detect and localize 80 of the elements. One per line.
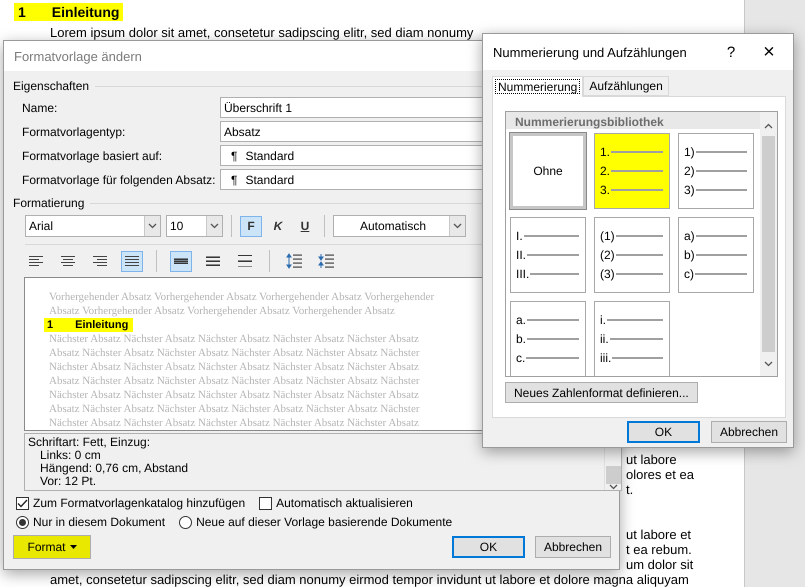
preview-text: Nächster Absatz Nächster Absatz Nächster Absatz Nächster Absatz Nächster Absatz	[49, 360, 419, 374]
align-icon	[125, 256, 139, 266]
define-format-button[interactable]: Neues Zahlenformat definieren...	[505, 382, 698, 403]
description-text: Links: 0 cm	[39, 449, 102, 462]
description-text: Vor: 12 Pt.	[39, 475, 98, 488]
body-text: Lorem ipsum dolor sit amet, consetetur sadipscing elitr, sed diam nonumy	[50, 25, 474, 40]
field-label: Name:	[22, 100, 58, 114]
line-spacing-button[interactable]	[170, 250, 192, 272]
field-label: Formatvorlage für folgenden Absatz:	[22, 172, 216, 186]
tab[interactable]: Nummerierung	[492, 76, 584, 97]
radio-button[interactable]: Nur in diesem Dokument	[16, 515, 166, 529]
preview-heading: 1 Einleitung	[44, 318, 134, 332]
font-dropdown[interactable]: Arial	[25, 215, 161, 237]
align-icon	[61, 256, 75, 266]
body-text: t ea rebum.	[626, 542, 692, 557]
numbering-option[interactable]: I. II. III.	[510, 217, 586, 293]
body-text: ut labore	[626, 452, 677, 467]
font-style-button[interactable]: U	[294, 216, 316, 236]
preview-text: Nächster Absatz Nächster Absatz Nächster Absatz Nächster Absatz Nächster Absatz	[49, 388, 419, 402]
font-style-button[interactable]: K	[267, 216, 289, 236]
chevron-icon	[764, 123, 773, 129]
document-heading: 1 Einleitung	[14, 3, 124, 21]
chevron-icon	[453, 223, 462, 229]
dialog-button[interactable]: Abbrechen	[710, 421, 787, 443]
color-dropdown[interactable]: Automatisch	[333, 215, 466, 237]
line-spacing-icon	[206, 255, 220, 267]
preview-text: Absatz Nächster Absatz Nächster Absatz Nächster Absatz Nächster Absatz Nächster	[49, 402, 420, 416]
align-icon	[93, 256, 107, 266]
help-button[interactable]: ?	[717, 44, 745, 60]
body-text: ut labore et	[626, 527, 692, 542]
body-text: amet, consetetur sadipscing elitr, sed diam nonumy eirmod tempor invidunt ut labore et dolore magna aliquyam	[50, 572, 689, 587]
body-text: um dolor sit	[626, 557, 694, 572]
preview-text: Absatz Nächster Absatz Nächster Absatz Nächster Absatz Nächster Absatz Nächster	[49, 374, 420, 388]
preview-text: Nächster Absatz Nächster Absatz Nächster Absatz Nächster Absatz Nächster Absatz	[49, 416, 419, 430]
numbering-option[interactable]: i. ii. iii.	[594, 301, 670, 376]
font-style-button[interactable]: F	[240, 216, 262, 236]
numbering-option[interactable]: a) b) c)	[678, 217, 754, 293]
check-icon	[17, 498, 28, 508]
chevron-icon	[608, 484, 618, 490]
chevron-icon	[148, 223, 157, 229]
preview-text: Vorhergehender Absatz Vorhergehender Absatz Vorhergehender Absatz Vorhergehender	[49, 290, 434, 304]
preview-text: Absatz Vorhergehender Absatz Vorhergehender Absatz Vorhergehender Absatz	[49, 304, 395, 318]
size-dropdown[interactable]: 10	[166, 215, 223, 237]
numbering-option[interactable]: 1) 2) 3)	[678, 133, 754, 209]
numbering-option[interactable]: a. b. c.	[510, 301, 586, 376]
radio-button[interactable]: Neue auf dieser Vorlage basierende Dokumente	[179, 515, 452, 529]
dialog-button[interactable]: OK	[452, 536, 525, 558]
caret-icon	[70, 545, 76, 549]
group-label: Eigenschaften	[13, 79, 90, 93]
field-label: Formatvorlage basiert auf:	[22, 148, 164, 162]
paragraph-spacing-button[interactable]	[283, 250, 305, 272]
group-label: Formatierung	[13, 196, 84, 210]
numbering-option[interactable]: (1) (2) (3)	[594, 217, 670, 293]
paragraph-spacing-icon	[286, 253, 302, 269]
alignment-button[interactable]	[121, 250, 143, 272]
checkbox[interactable]: Automatisch aktualisieren	[259, 496, 413, 510]
body-text: t.	[626, 482, 634, 497]
description-text: Hängend: 0,76 cm, Abstand	[39, 462, 190, 475]
dialog-button[interactable]: OK	[626, 421, 700, 443]
numbering-option[interactable]: Ohne	[510, 133, 586, 209]
preview-text: Nächster Absatz Nächster Absatz Nächster Absatz Nächster Absatz Nächster Absatz	[49, 332, 419, 346]
body-text: olores et ea	[626, 467, 694, 482]
window-title: Formatvorlage ändern	[14, 48, 142, 64]
window-title: Nummerierung und Aufzählungen	[493, 44, 687, 60]
dialog-button[interactable]: Abbrechen	[534, 536, 611, 558]
preview-text: Absatz Nächster Absatz Nächster Absatz Nächster Absatz Nächster Absatz Nächster	[49, 346, 420, 360]
close-button[interactable]: ×	[755, 40, 783, 64]
field-label: Formatvorlagentyp:	[22, 124, 126, 138]
chevron-icon	[210, 223, 219, 229]
chevron-icon	[764, 361, 773, 367]
align-icon	[29, 256, 43, 266]
library-heading: Nummerierungsbibliothek	[506, 112, 760, 129]
numbering-option[interactable]: 1. 2. 3.	[594, 133, 670, 209]
line-spacing-icon	[238, 255, 252, 267]
description-text: Schriftart: Fett, Einzug:	[28, 436, 152, 449]
tab[interactable]: Aufzählungen	[583, 76, 669, 96]
checkbox[interactable]: Zum Formatvorlagenkatalog hinzufügen	[16, 496, 246, 510]
format-button[interactable]: Format	[13, 535, 91, 559]
scrollbar[interactable]	[760, 112, 777, 376]
paragraph-spacing-icon	[318, 253, 334, 269]
